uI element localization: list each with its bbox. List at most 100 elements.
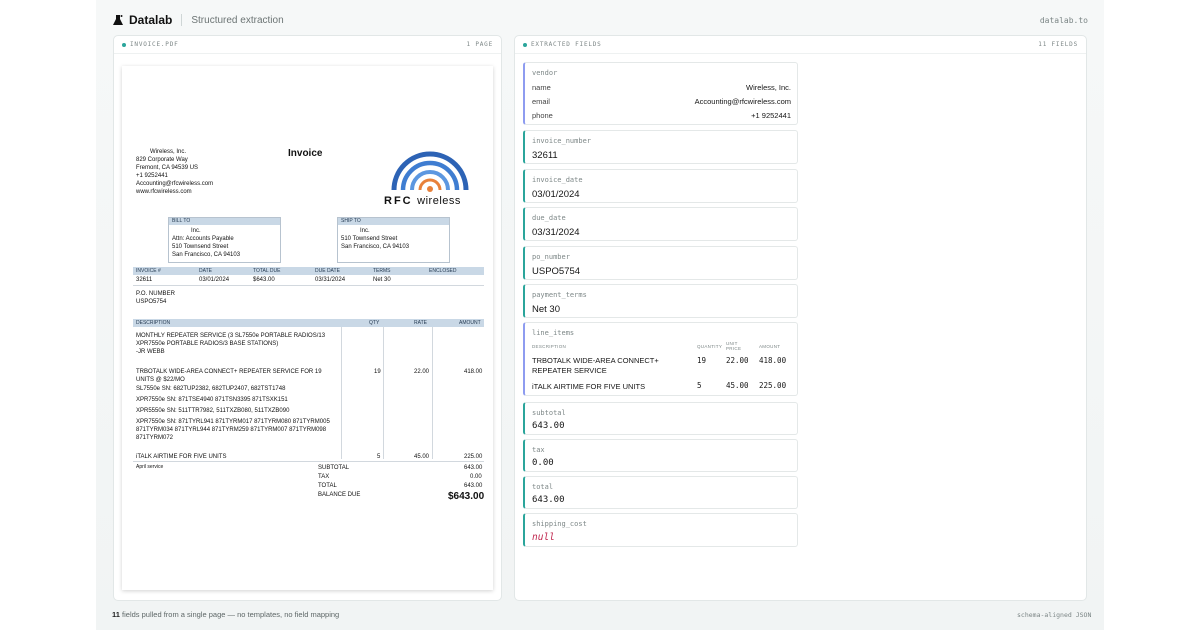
line-items-col-header: PRICE <box>726 346 742 351</box>
vendor-email-row: email Accounting@rfcwireless.com <box>532 95 791 107</box>
total-value: 643.00 <box>464 483 483 489</box>
meta-value: 03/31/2024 <box>315 277 346 283</box>
left-margin <box>0 0 96 630</box>
rfc-logo-bold: RFC <box>384 195 413 207</box>
april-note: April service <box>136 464 164 470</box>
meta-value: 32611 <box>136 277 153 283</box>
field-key: invoice_date <box>532 176 583 184</box>
item-amount: 418.00 <box>464 369 483 375</box>
field-value: 0.00 <box>532 458 554 468</box>
field-subtotal[interactable]: subtotal 643.00 <box>523 402 798 435</box>
footer-schema-label: schema-aligned JSON <box>1017 611 1092 619</box>
document-filename: INVOICE.PDF <box>130 41 179 48</box>
item-desc: -JR WEBB <box>136 349 165 355</box>
field-tax[interactable]: tax 0.00 <box>523 439 798 472</box>
balance-value: $643.00 <box>448 491 485 502</box>
line-item-qty: 19 <box>697 356 707 365</box>
tax-value: 0.00 <box>470 474 482 480</box>
sender-line: 829 Corporate Way <box>136 157 188 163</box>
tax-label: TAX <box>318 474 330 480</box>
meta-value: 03/01/2024 <box>199 277 230 283</box>
field-value: 643.00 <box>532 421 565 431</box>
field-key: vendor <box>532 69 558 77</box>
subfield-value: Accounting@rfcwireless.com <box>694 96 791 106</box>
vendor-name-row: name Wireless, Inc. <box>532 81 791 93</box>
item-desc: TRBOTALK WIDE-AREA CONNECT+ REPEATER SER… <box>136 369 322 375</box>
meta-header: TOTAL DUE <box>253 268 281 274</box>
line-item-price: 22.00 <box>726 356 749 365</box>
field-key: po_number <box>532 253 570 261</box>
line-item-desc: REPEATER SERVICE <box>532 366 607 375</box>
footer-count: 11 <box>112 610 120 619</box>
site-link[interactable]: datalab.to <box>1040 16 1088 25</box>
flask-icon <box>113 15 123 25</box>
meta-value: $643.00 <box>253 277 275 283</box>
field-due-date[interactable]: due_date 03/31/2024 <box>523 207 798 241</box>
line-item-desc: iTALK AIRTIME FOR FIVE UNITS <box>532 382 646 391</box>
total-label: TOTAL <box>318 483 337 489</box>
item-qty: 5 <box>377 454 381 460</box>
field-value: 643.00 <box>532 495 565 505</box>
serial-line: XPR5550e SN: 511TTR7982, 511TXZB080, 511… <box>136 408 290 414</box>
po-value: USPO5754 <box>136 299 167 305</box>
invoice-page: Wireless, Inc. 829 Corporate Way Fremont… <box>122 66 493 590</box>
invoice-meta-header: INVOICE # DATE TOTAL DUE DUE DATE TERMS … <box>133 267 484 275</box>
subfield-key: name <box>532 82 551 92</box>
item-header: DESCRIPTION <box>136 320 171 326</box>
item-qty: 19 <box>374 369 381 375</box>
field-value: 32611 <box>532 150 558 161</box>
fields-panel-header: EXTRACTED FIELDS 11 FIELDS <box>515 36 1086 54</box>
item-desc: iTALK AIRTIME FOR FIVE UNITS <box>136 454 227 460</box>
right-margin <box>1104 0 1200 630</box>
ship-to-label: SHIP TO <box>338 218 449 225</box>
sender-line: www.rfcwireless.com <box>136 189 192 195</box>
sender-line: Wireless, Inc. <box>150 149 187 155</box>
field-key: invoice_number <box>532 137 592 145</box>
field-vendor[interactable]: vendor name Wireless, Inc. email Accountin… <box>523 62 798 125</box>
item-header: RATE <box>414 320 427 326</box>
top-bar: Datalab Structured extraction datalab.to <box>112 10 1088 30</box>
field-value: USPO5754 <box>532 266 581 277</box>
meta-value: Net 30 <box>373 277 391 283</box>
field-key: tax <box>532 446 545 454</box>
subtotal-label: SUBTOTAL <box>318 465 350 471</box>
field-key: shipping_cost <box>532 520 587 528</box>
field-po-number[interactable]: po_number USPO5754 <box>523 246 798 280</box>
field-key: line_items <box>532 329 575 337</box>
col-divider <box>341 327 342 459</box>
field-value: 03/31/2024 <box>532 227 580 238</box>
subfield-key: email <box>532 96 550 106</box>
col-divider <box>383 327 384 459</box>
field-invoice-number[interactable]: invoice_number 32611 <box>523 130 798 164</box>
meta-header: ENCLOSED <box>429 268 457 274</box>
meta-divider <box>133 285 484 286</box>
field-shipping-cost[interactable]: shipping_cost null <box>523 513 798 547</box>
item-header: QTY <box>369 320 380 326</box>
bill-to-label: BILL TO <box>169 218 280 225</box>
col-divider <box>432 327 433 459</box>
item-desc: XPR7550e PORTABLE RADIOS/3 BASE STATIONS… <box>136 341 279 347</box>
line-item-price: 45.00 <box>726 381 749 390</box>
field-total[interactable]: total 643.00 <box>523 476 798 509</box>
rfc-logo-light: wireless <box>417 195 461 207</box>
sender-line: Accounting@rfcwireless.com <box>136 181 214 187</box>
subfield-key: phone <box>532 110 553 120</box>
item-desc: MONTHLY REPEATER SERVICE (3 SL7550e PORT… <box>136 333 326 339</box>
field-payment-terms[interactable]: payment_terms Net 30 <box>523 284 798 318</box>
document-panel: INVOICE.PDF 1 PAGE Wireless, Inc. 829 Co… <box>113 35 502 601</box>
item-amount: 225.00 <box>464 454 483 460</box>
serial-line: 871TYRM034 871TYRL944 871TYRM259 871TYRM… <box>136 427 327 433</box>
field-invoice-date[interactable]: invoice_date 03/01/2024 <box>523 169 798 203</box>
serial-line: XPR7550e SN: 871TSE4940 871TSN3395 871TS… <box>136 397 288 403</box>
item-rate: 45.00 <box>414 454 430 460</box>
field-line-items[interactable]: line_items DESCRIPTION QUANTITY UNIT PRI… <box>523 322 798 396</box>
subfield-value: +1 9252441 <box>751 110 791 120</box>
footer-summary: 11 fields pulled from a single page — no… <box>112 610 339 619</box>
ship-to-line: San Francisco, CA 94103 <box>341 244 410 250</box>
field-key: due_date <box>532 214 566 222</box>
field-value: 03/01/2024 <box>532 189 580 200</box>
document-panel-header: INVOICE.PDF 1 PAGE <box>114 36 501 54</box>
datalab-logo[interactable]: Datalab <box>112 13 172 27</box>
po-label: P.O. NUMBER <box>136 291 175 297</box>
status-dot-icon <box>523 42 527 47</box>
